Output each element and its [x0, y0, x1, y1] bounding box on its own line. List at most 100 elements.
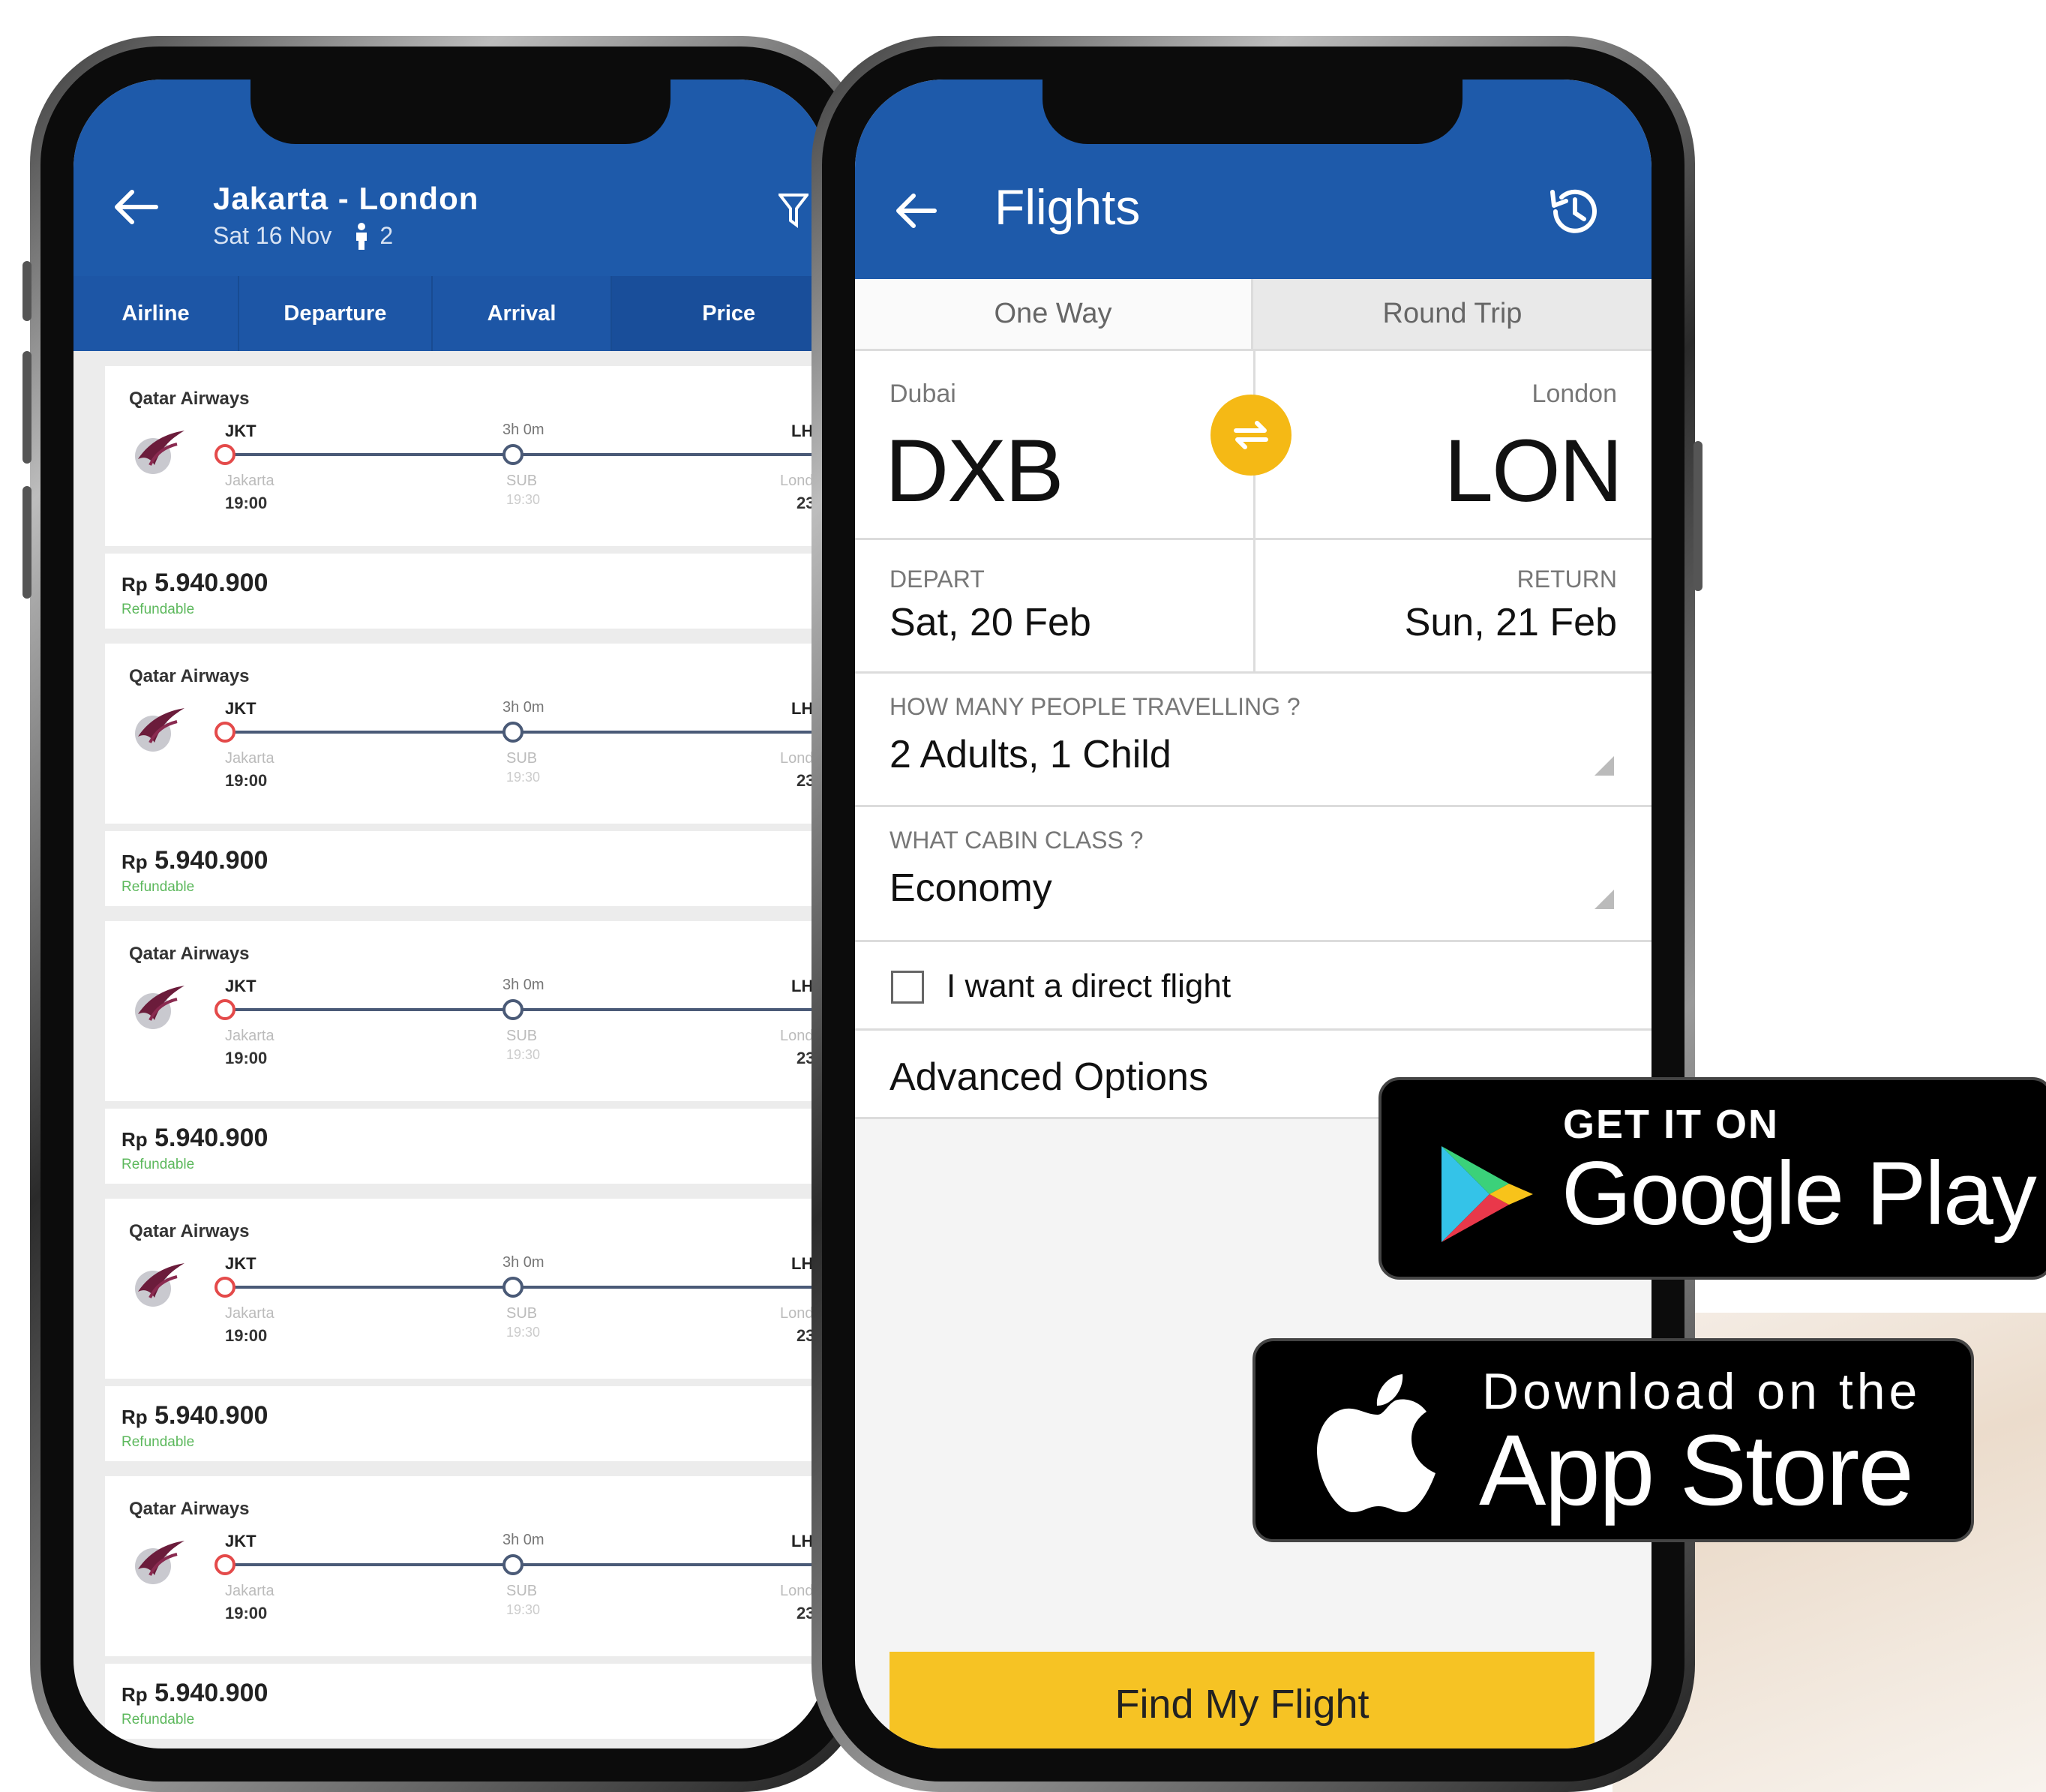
direct-flight-checkbox[interactable] — [891, 971, 924, 1004]
departure-time: 19:00 — [225, 771, 268, 790]
tab-arrival[interactable]: Arrival — [433, 276, 613, 351]
airline-name: Qatar Airways — [129, 1499, 250, 1519]
history-icon[interactable] — [1545, 183, 1602, 240]
back-arrow-icon[interactable] — [892, 192, 938, 230]
dropdown-caret-icon — [1594, 890, 1614, 909]
price: Rp 5.940.900 — [122, 1679, 268, 1708]
origin-airport-field[interactable]: DXB — [885, 420, 1064, 522]
dropdown-caret-icon — [1594, 756, 1614, 776]
notch — [1042, 80, 1462, 144]
passenger-count-value: 2 — [380, 222, 394, 249]
origin-marker — [214, 722, 236, 743]
stopover-code: SUB — [506, 473, 538, 489]
price-currency: Rp — [122, 1683, 148, 1706]
fare-note: Refundable — [122, 602, 195, 617]
airline-name: Qatar Airways — [129, 944, 250, 964]
price-row: Rp 5.940.900 Refundable — [105, 1109, 826, 1184]
stop-marker — [502, 1277, 524, 1298]
google-play-icon — [1442, 1146, 1533, 1242]
stopover-time: 19:30 — [506, 1325, 541, 1340]
badge-caption: Download on the — [1482, 1363, 1922, 1420]
tab-round-trip[interactable]: Round Trip — [1253, 279, 1652, 349]
side-button — [22, 486, 32, 599]
person-icon — [356, 222, 368, 250]
origin-marker — [214, 999, 236, 1020]
origin-marker — [214, 1554, 236, 1575]
flight-summary: Qatar Airways JKT 3h 0m LH Jakarta 19:00… — [105, 1199, 826, 1379]
travel-date: Sat 16 Nov — [213, 222, 332, 249]
find-flight-button[interactable]: Find My Flight — [890, 1652, 1594, 1748]
filter-icon[interactable] — [778, 192, 808, 228]
destination-code: LH — [791, 1532, 814, 1550]
flight-result-card[interactable]: Qatar Airways JKT 3h 0m LH Jakarta 19:00… — [105, 366, 826, 629]
qatar-logo-icon — [135, 708, 184, 752]
stop-marker — [502, 1554, 524, 1575]
route-subtitle: Sat 16 Nov 2 — [213, 222, 393, 250]
cabin-class-value: Economy — [890, 866, 1052, 910]
destination-city: Lond — [780, 1583, 814, 1599]
price-row: Rp 5.940.900 Refundable — [105, 1664, 826, 1739]
price-row: Rp 5.940.900 Refundable — [105, 554, 826, 629]
flight-result-card[interactable]: Qatar Airways JKT 3h 0m LH Jakarta 19:00… — [105, 1199, 826, 1461]
stopover-code: SUB — [506, 750, 538, 767]
route-line — [224, 453, 826, 456]
price-value: 5.940.900 — [154, 1124, 268, 1152]
cabin-class-select[interactable]: WHAT CABIN CLASS ? Economy — [855, 807, 1652, 942]
tab-airline[interactable]: Airline — [74, 276, 239, 351]
price-value: 5.940.900 — [154, 569, 268, 597]
google-play-badge[interactable]: GET IT ON Google Play — [1378, 1077, 2046, 1280]
flight-summary: Qatar Airways JKT 3h 0m LH Jakarta 19:00… — [105, 1476, 826, 1656]
flight-result-card[interactable]: Qatar Airways JKT 3h 0m LH Jakarta 19:00… — [105, 921, 826, 1184]
price: Rp 5.940.900 — [122, 846, 268, 875]
badge-store-name: App Store — [1479, 1415, 1914, 1526]
apple-icon — [1317, 1374, 1436, 1512]
passenger-count: 2 — [354, 222, 393, 250]
flight-result-card[interactable]: Qatar Airways JKT 3h 0m LH Jakarta 19:00… — [105, 1476, 826, 1739]
tab-price[interactable]: Price — [612, 276, 826, 351]
fare-note: Refundable — [122, 1434, 195, 1450]
direct-flight-label[interactable]: I want a direct flight — [946, 968, 1231, 1005]
travellers-select[interactable]: HOW MANY PEOPLE TRAVELLING ? 2 Adults, 1… — [855, 674, 1652, 807]
results-screen: Jakarta - London Sat 16 Nov 2 Airline De… — [74, 80, 826, 1748]
origin-code: JKT — [225, 977, 256, 995]
stopover-code: SUB — [506, 1305, 538, 1322]
price-currency: Rp — [122, 573, 148, 596]
tab-departure[interactable]: Departure — [239, 276, 433, 351]
fare-note: Refundable — [122, 1712, 195, 1727]
swap-button[interactable] — [1210, 395, 1292, 476]
stop-marker — [502, 444, 524, 465]
origin-city-label: Dubai — [890, 380, 956, 408]
destination-code: LH — [791, 1254, 814, 1273]
back-arrow-icon[interactable] — [111, 188, 159, 226]
tab-one-way[interactable]: One Way — [855, 279, 1253, 349]
flight-duration: 3h 0m — [502, 1532, 544, 1548]
direct-flight-option: I want a direct flight — [855, 942, 1652, 1031]
cabin-class-label: WHAT CABIN CLASS ? — [890, 827, 1144, 854]
flight-duration: 3h 0m — [502, 977, 544, 993]
destination-airport-field[interactable]: LON — [1444, 420, 1623, 522]
origin-city: Jakarta — [225, 1305, 274, 1322]
price: Rp 5.940.900 — [122, 1124, 268, 1153]
flight-result-card[interactable]: Qatar Airways JKT 3h 0m LH Jakarta 19:00… — [105, 644, 826, 906]
price-row: Rp 5.940.900 Refundable — [105, 831, 826, 906]
flight-duration: 3h 0m — [502, 422, 544, 438]
departure-time: 19:00 — [225, 494, 268, 512]
destination-city: Lond — [780, 1028, 814, 1044]
travellers-label: HOW MANY PEOPLE TRAVELLING ? — [890, 693, 1300, 720]
flight-summary: Qatar Airways JKT 3h 0m LH Jakarta 19:00… — [105, 644, 826, 824]
depart-date-field[interactable]: Sat, 20 Feb — [890, 600, 1091, 645]
price-value: 5.940.900 — [154, 1679, 268, 1707]
stopover-time: 19:30 — [506, 492, 541, 507]
destination-code: LH — [791, 699, 814, 718]
flight-duration: 3h 0m — [502, 699, 544, 716]
return-date-field[interactable]: Sun, 21 Feb — [1405, 600, 1617, 645]
origin-marker — [214, 1277, 236, 1298]
flight-summary: Qatar Airways JKT 3h 0m LH Jakarta 19:00… — [105, 366, 826, 546]
app-store-badge[interactable]: Download on the App Store — [1252, 1338, 1974, 1542]
price-value: 5.940.900 — [154, 846, 268, 875]
swap-icon — [1234, 421, 1268, 449]
price-row: Rp 5.940.900 Refundable — [105, 1386, 826, 1461]
divider — [1253, 540, 1256, 671]
date-selector: DEPART Sat, 20 Feb RETURN Sun, 21 Feb — [855, 540, 1652, 674]
origin-code: JKT — [225, 1532, 256, 1550]
